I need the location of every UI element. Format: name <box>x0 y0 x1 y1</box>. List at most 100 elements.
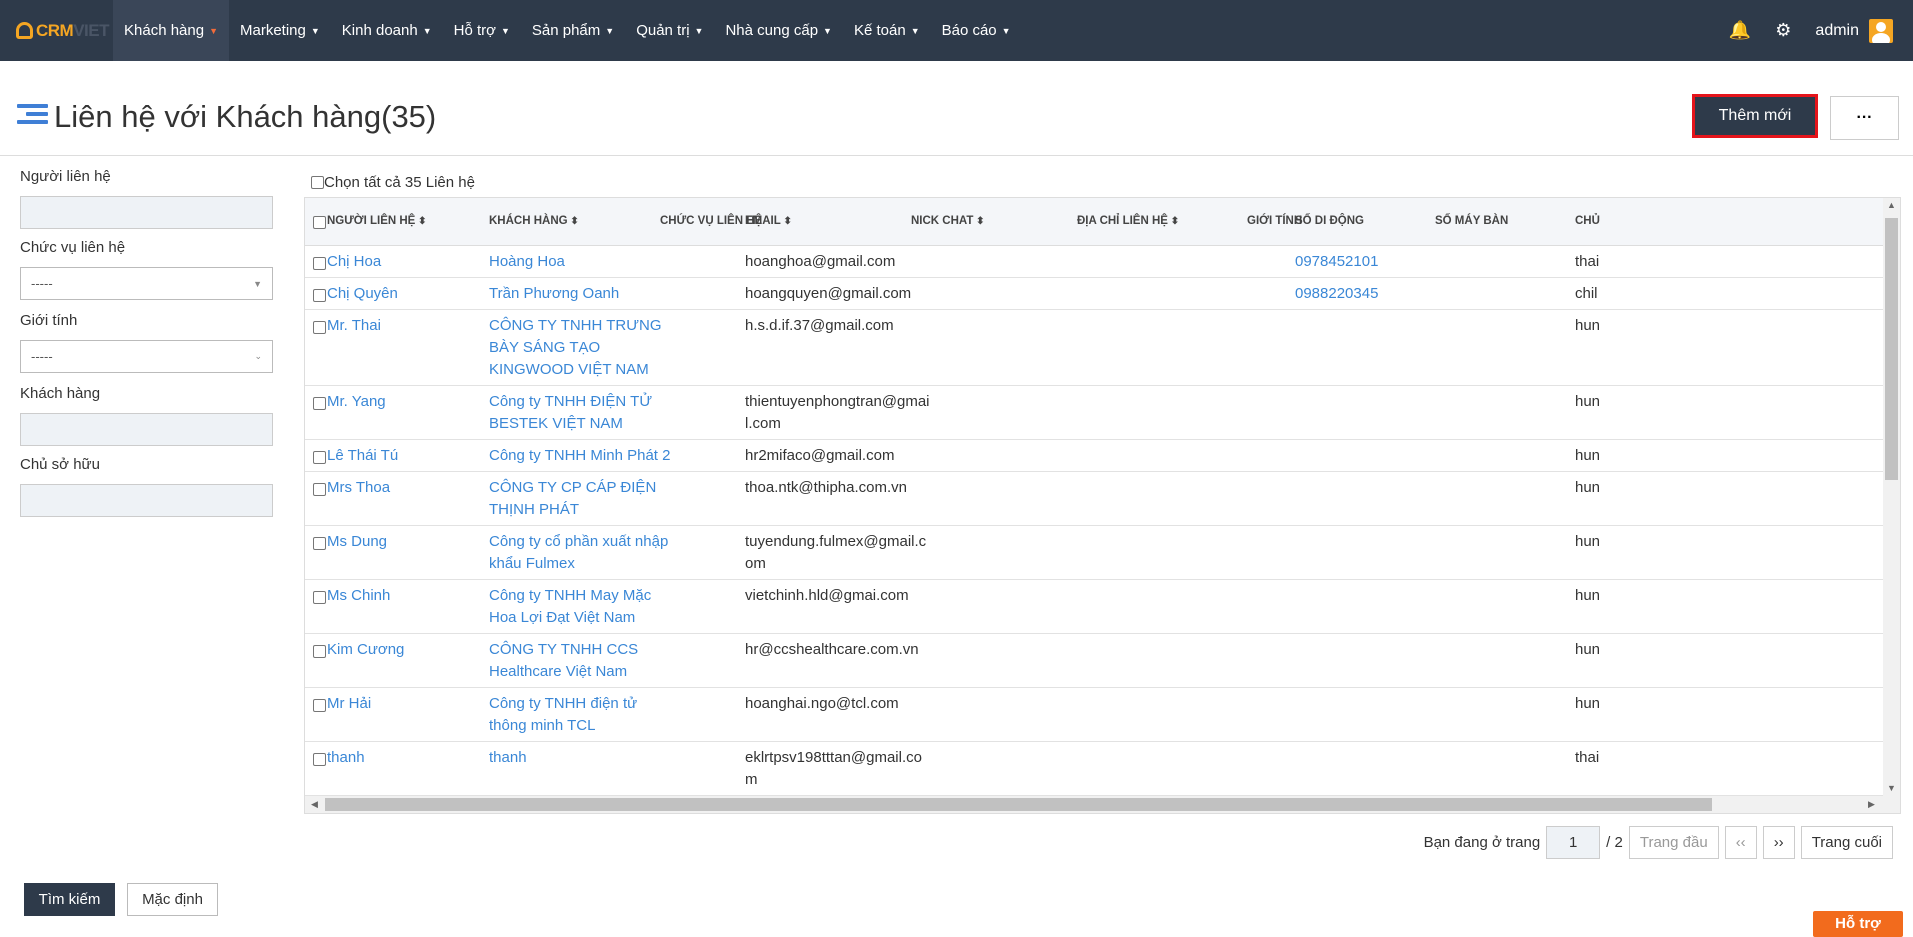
row-checkbox[interactable] <box>313 257 326 270</box>
table-row[interactable]: Lê Thái Tú Công ty TNHH Minh Phát 2 hr2mif… <box>305 440 1885 472</box>
customer-name-link[interactable]: Công ty TNHH Minh Phát 2 <box>489 445 670 467</box>
table-row[interactable]: Mr Hải Công ty TNHH điện tử thông minh TCL… <box>305 688 1885 742</box>
first-page-button[interactable]: Trang đầu <box>1628 826 1719 859</box>
contact-name-link[interactable]: Kim Cương <box>327 639 404 661</box>
mobile-number-link[interactable]: 0978452101 <box>1295 251 1378 273</box>
customer-name-link[interactable]: Công ty cổ phần xuất nhập <box>489 531 668 553</box>
customer-name-link[interactable]: BESTEK VIỆT NAM <box>489 413 623 435</box>
customer-name-link[interactable]: Công ty TNHH May Mặc <box>489 585 651 607</box>
row-checkbox[interactable] <box>313 397 326 410</box>
scroll-up-icon[interactable]: ▲ <box>1887 200 1896 210</box>
contact-name-link[interactable]: Mr. Thai <box>327 315 381 337</box>
row-checkbox[interactable] <box>313 753 326 766</box>
customer-name-link[interactable]: Hoàng Hoa <box>489 251 565 273</box>
nav-item[interactable]: Sản phẩm ▼ <box>521 0 625 61</box>
table-row[interactable]: Ms Chinh Công ty TNHH May Mặc Hoa Lợi Đạt … <box>305 580 1885 634</box>
sort-icon[interactable]: ⬍ <box>415 216 426 227</box>
customer-name-link[interactable]: Healthcare Việt Nam <box>489 661 627 683</box>
position-filter-select[interactable]: ----- ▼ <box>20 267 273 300</box>
sort-icon[interactable]: ⬍ <box>973 216 984 227</box>
help-button[interactable]: Hỗ trợ <box>1813 911 1903 937</box>
add-new-button[interactable]: Thêm mới <box>1692 94 1818 138</box>
table-row[interactable]: Kim Cương CÔNG TY TNHH CCS Healthcare Việt… <box>305 634 1885 688</box>
sort-icon[interactable]: ⬍ <box>1168 216 1179 227</box>
header-checkbox[interactable] <box>313 216 326 229</box>
row-checkbox[interactable] <box>313 289 326 302</box>
nav-item[interactable]: Quản trị ▼ <box>625 0 714 61</box>
customer-name-link[interactable]: CÔNG TY TNHH TRƯNG <box>489 315 662 337</box>
nav-item[interactable]: Báo cáo ▼ <box>931 0 1022 61</box>
column-header[interactable]: NICK CHAT ⬍ <box>911 215 985 227</box>
customer-name-link[interactable]: BÀY SÁNG TẠO <box>489 337 600 359</box>
column-header[interactable]: NGƯỜI LIÊN HỆ ⬍ <box>327 215 427 227</box>
row-checkbox[interactable] <box>313 451 326 464</box>
customer-name-link[interactable]: Công ty TNHH ĐIỆN TỬ <box>489 391 652 413</box>
row-checkbox[interactable] <box>313 321 326 334</box>
table-row[interactable]: Ms Dung Công ty cổ phần xuất nhập khẩu Ful… <box>305 526 1885 580</box>
contact-name-link[interactable]: Mrs Thoa <box>327 477 390 499</box>
contact-name-link[interactable]: Chị Hoa <box>327 251 381 273</box>
nav-item[interactable]: Marketing ▼ <box>229 0 331 61</box>
customer-name-link[interactable]: Công ty TNHH điện tử <box>489 693 637 715</box>
gender-filter-select[interactable]: ----- ⌄ <box>20 340 273 373</box>
customer-name-link[interactable]: thanh <box>489 747 527 769</box>
select-all-checkbox[interactable] <box>311 176 324 189</box>
sort-icon[interactable]: ⬍ <box>781 216 792 227</box>
column-header[interactable]: EMAIL ⬍ <box>745 215 792 227</box>
table-row[interactable]: Mrs Thoa CÔNG TY CP CÁP ĐIỆN THỊNH PHÁT tho… <box>305 472 1885 526</box>
customer-name-link[interactable]: CÔNG TY TNHH CCS <box>489 639 638 661</box>
row-checkbox[interactable] <box>313 537 326 550</box>
row-checkbox[interactable] <box>313 699 326 712</box>
table-row[interactable]: Chị Quyên Trần Phương Oanh hoangquyen@gmai… <box>305 278 1885 310</box>
owner-filter-input[interactable] <box>20 484 273 517</box>
page-number-input[interactable]: 1 <box>1546 826 1601 859</box>
last-page-button[interactable]: Trang cuối <box>1800 826 1893 859</box>
prev-page-button[interactable]: ‹‹ <box>1724 826 1757 859</box>
nav-item[interactable]: Hỗ trợ ▼ <box>443 0 521 61</box>
column-header[interactable]: SỐ DI ĐỘNG <box>1295 215 1364 227</box>
table-row[interactable]: Chị Hoa Hoàng Hoa hoanghoa@gmail.com 097845… <box>305 246 1885 278</box>
contact-name-link[interactable]: Chị Quyên <box>327 283 398 305</box>
customer-name-link[interactable]: CÔNG TY CP CÁP ĐIỆN <box>489 477 656 499</box>
search-button[interactable]: Tìm kiếm <box>24 883 115 916</box>
contact-name-link[interactable]: Ms Chinh <box>327 585 390 607</box>
table-row[interactable]: Mr. Thai CÔNG TY TNHH TRƯNG BÀY SÁNG TẠO KI… <box>305 310 1885 386</box>
mobile-number-link[interactable]: 0988220345 <box>1295 283 1378 305</box>
customer-name-link[interactable]: Trần Phương Oanh <box>489 283 619 305</box>
scroll-left-icon[interactable]: ◀ <box>311 799 318 810</box>
column-header[interactable]: CHỦ <box>1575 215 1600 227</box>
vertical-scrollbar[interactable]: ▲ ▼ <box>1883 198 1900 798</box>
row-checkbox[interactable] <box>313 591 326 604</box>
column-header[interactable]: SỐ MÁY BÀN <box>1435 215 1508 227</box>
contact-name-link[interactable]: Mr Hải <box>327 693 371 715</box>
avatar[interactable] <box>1869 18 1893 43</box>
nav-item[interactable]: Nhà cung cấp ▼ <box>714 0 843 61</box>
contact-name-link[interactable]: Ms Dung <box>327 531 387 553</box>
customer-filter-input[interactable] <box>20 413 273 446</box>
column-header[interactable]: ĐỊA CHỈ LIÊN HỆ ⬍ <box>1077 215 1179 227</box>
user-name[interactable]: admin <box>1815 22 1859 40</box>
horizontal-scroll-thumb[interactable] <box>325 798 1712 811</box>
scroll-down-icon[interactable]: ▼ <box>1887 783 1896 793</box>
customer-name-link[interactable]: khẩu Fulmex <box>489 553 575 575</box>
row-checkbox[interactable] <box>313 645 326 658</box>
nav-item[interactable]: Kinh doanh ▼ <box>331 0 443 61</box>
column-header[interactable]: KHÁCH HÀNG ⬍ <box>489 215 579 227</box>
sort-icon[interactable]: ⬍ <box>568 216 578 227</box>
contact-filter-input[interactable] <box>20 196 273 229</box>
table-row[interactable]: Mr. Yang Công ty TNHH ĐIỆN TỬ BESTEK VIỆT … <box>305 386 1885 440</box>
contact-name-link[interactable]: Lê Thái Tú <box>327 445 398 467</box>
nav-item[interactable]: Kế toán ▼ <box>843 0 931 61</box>
reset-default-button[interactable]: Mặc định <box>127 883 218 916</box>
customer-name-link[interactable]: thông minh TCL <box>489 715 595 737</box>
column-header[interactable]: GIỚI TÍNH <box>1247 215 1302 227</box>
scroll-right-icon[interactable]: ▶ <box>1868 799 1875 810</box>
contact-name-link[interactable]: thanh <box>327 747 365 769</box>
more-options-button[interactable]: ··· <box>1830 96 1899 140</box>
customer-name-link[interactable]: Hoa Lợi Đạt Việt Nam <box>489 607 635 629</box>
select-all[interactable]: Chọn tất cả 35 Liên hệ <box>311 174 475 191</box>
crm-logo[interactable]: CRM VIET <box>0 0 113 61</box>
horizontal-scrollbar[interactable]: ◀ ▶ <box>305 796 1900 813</box>
gear-icon[interactable]: ⚙ <box>1775 20 1791 41</box>
next-page-button[interactable]: ›› <box>1762 826 1795 859</box>
